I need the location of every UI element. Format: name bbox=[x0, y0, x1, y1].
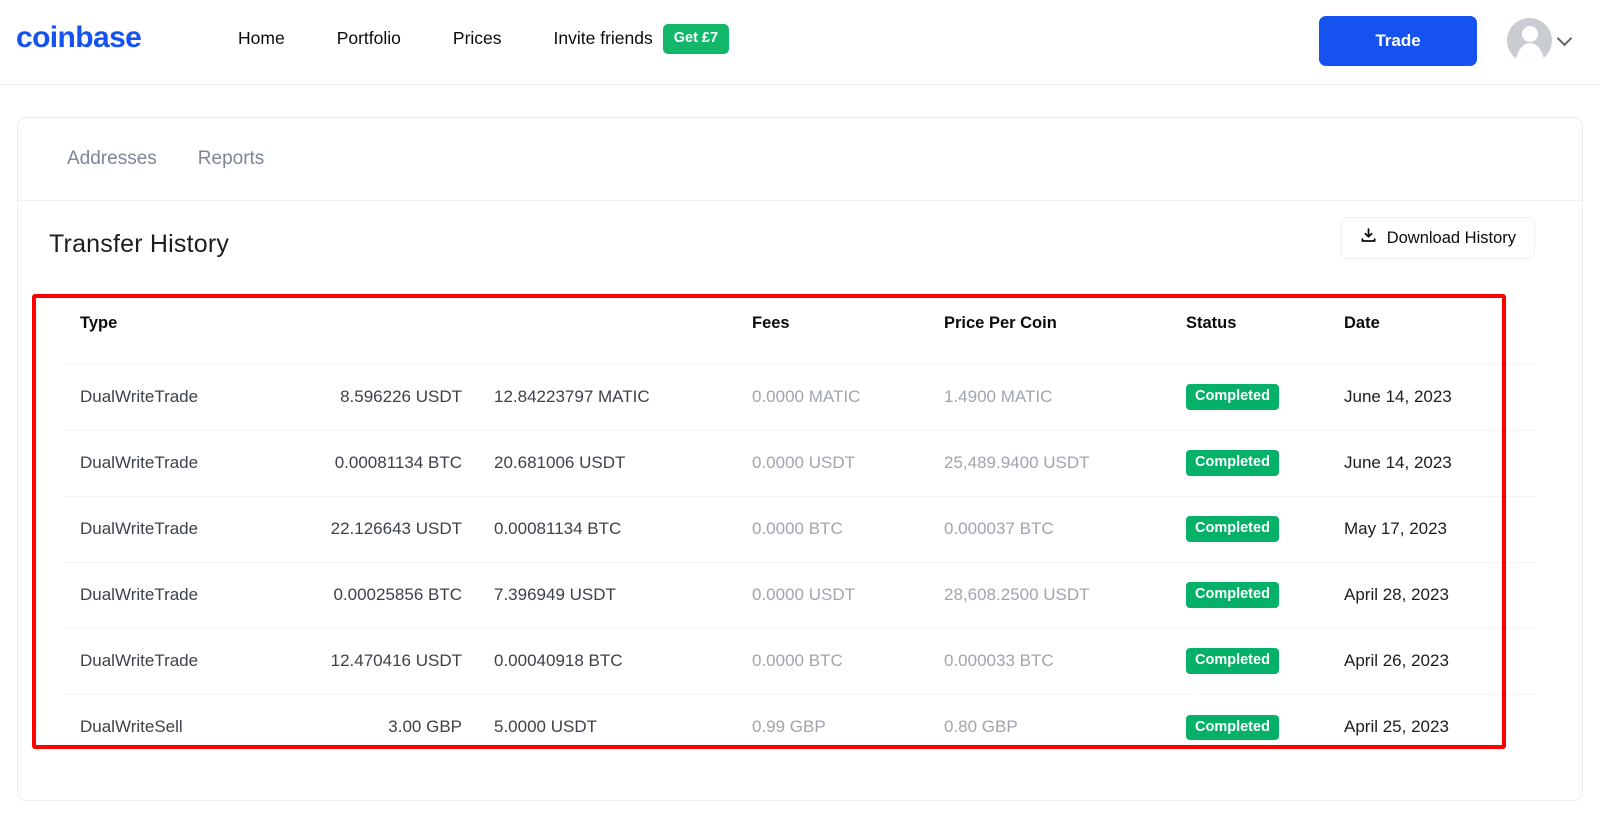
cell-price-per-coin: 0.000033 BTC bbox=[944, 627, 1186, 694]
cell-amount-sent: 8.596226 USDT bbox=[282, 363, 494, 430]
account-menu[interactable] bbox=[1507, 18, 1573, 63]
table-header-row: Type Fees Price Per Coin Status Date bbox=[64, 298, 1537, 364]
cell-date: April 28, 2023 bbox=[1344, 561, 1537, 628]
status-badge: Completed bbox=[1186, 714, 1279, 740]
cell-amount-received: 12.84223797 MATIC bbox=[494, 363, 752, 430]
cell-amount-sent: 22.126643 USDT bbox=[282, 495, 494, 562]
status-badge: Completed bbox=[1186, 648, 1279, 674]
status-badge: Completed bbox=[1186, 384, 1279, 410]
column-header-price-per-coin[interactable]: Price Per Coin bbox=[944, 298, 1186, 364]
cell-fees: 0.99 GBP bbox=[752, 693, 944, 760]
cell-fees: 0.0000 BTC bbox=[752, 495, 944, 562]
invite-reward-badge[interactable]: Get £7 bbox=[662, 24, 730, 54]
cell-type: DualWriteSell bbox=[64, 693, 282, 760]
cell-amount-received: 20.681006 USDT bbox=[494, 429, 752, 496]
table-body: DualWriteTrade 8.596226 USDT 12.84223797 M… bbox=[64, 363, 1537, 760]
tab-addresses[interactable]: Addresses bbox=[67, 148, 157, 170]
cell-amount-received: 0.00081134 BTC bbox=[494, 495, 752, 562]
cell-price-per-coin: 0.80 GBP bbox=[944, 693, 1186, 760]
status-badge: Completed bbox=[1186, 516, 1279, 542]
cell-price-per-coin: 0.000037 BTC bbox=[944, 495, 1186, 562]
nav-item-invite-friends[interactable]: Invite friends bbox=[554, 28, 653, 49]
cell-type: DualWriteTrade bbox=[64, 627, 282, 694]
column-header-fees[interactable]: Fees bbox=[752, 298, 944, 364]
cell-date: June 14, 2023 bbox=[1344, 363, 1537, 430]
column-header-status[interactable]: Status bbox=[1186, 298, 1344, 364]
main-navigation: Home Portfolio Prices Invite friends Get… bbox=[238, 24, 730, 54]
cell-amount-sent: 0.00025856 BTC bbox=[282, 561, 494, 628]
site-header: coinbase Home Portfolio Prices Invite fr… bbox=[0, 0, 1600, 85]
cell-date: May 17, 2023 bbox=[1344, 495, 1537, 562]
cell-amount-received: 0.00040918 BTC bbox=[494, 627, 752, 694]
table-row[interactable]: DualWriteTrade 0.00025856 BTC 7.396949 USD… bbox=[64, 561, 1537, 628]
cell-fees: 0.0000 MATIC bbox=[752, 363, 944, 430]
chevron-down-icon bbox=[1556, 30, 1573, 46]
cell-status: Completed bbox=[1186, 363, 1344, 430]
status-badge: Completed bbox=[1186, 450, 1279, 476]
cell-status: Completed bbox=[1186, 627, 1344, 694]
transfer-history-table: Type Fees Price Per Coin Status Date Dua… bbox=[64, 298, 1537, 760]
table-row[interactable]: DualWriteSell 3.00 GBP 5.0000 USDT 0.99 GBP… bbox=[64, 693, 1537, 760]
cell-date: April 26, 2023 bbox=[1344, 627, 1537, 694]
column-header-type[interactable]: Type bbox=[64, 298, 282, 364]
download-history-label: Download History bbox=[1386, 228, 1516, 247]
cell-price-per-coin: 1.4900 MATIC bbox=[944, 363, 1186, 430]
transfer-history-table-wrapper: Type Fees Price Per Coin Status Date Dua… bbox=[48, 298, 1551, 760]
user-avatar-icon bbox=[1507, 18, 1552, 63]
table-row[interactable]: DualWriteTrade 0.00081134 BTC 20.681006 US… bbox=[64, 429, 1537, 496]
cell-amount-sent: 0.00081134 BTC bbox=[282, 429, 494, 496]
section-header: Transfer History Download History bbox=[18, 201, 1582, 297]
download-icon bbox=[1360, 227, 1377, 249]
cell-type: DualWriteTrade bbox=[64, 429, 282, 496]
nav-item-home[interactable]: Home bbox=[238, 28, 311, 49]
cell-fees: 0.0000 USDT bbox=[752, 429, 944, 496]
cell-date: June 14, 2023 bbox=[1344, 429, 1537, 496]
cell-price-per-coin: 25,489.9400 USDT bbox=[944, 429, 1186, 496]
table-row[interactable]: DualWriteTrade 8.596226 USDT 12.84223797 M… bbox=[64, 363, 1537, 430]
download-history-button[interactable]: Download History bbox=[1340, 217, 1535, 259]
nav-item-portfolio[interactable]: Portfolio bbox=[337, 28, 427, 49]
table-row[interactable]: DualWriteTrade 22.126643 USDT 0.00081134 B… bbox=[64, 495, 1537, 562]
cell-status: Completed bbox=[1186, 561, 1344, 628]
column-header-amount-sent bbox=[282, 298, 494, 364]
transfer-history-card: Addresses Reports Transfer History Downl… bbox=[17, 117, 1583, 801]
card-tabs: Addresses Reports bbox=[18, 118, 1582, 201]
cell-date: April 25, 2023 bbox=[1344, 693, 1537, 760]
cell-status: Completed bbox=[1186, 495, 1344, 562]
cell-amount-received: 5.0000 USDT bbox=[494, 693, 752, 760]
nav-item-prices[interactable]: Prices bbox=[453, 28, 528, 49]
cell-amount-sent: 12.470416 USDT bbox=[282, 627, 494, 694]
column-header-date[interactable]: Date bbox=[1344, 298, 1537, 364]
cell-type: DualWriteTrade bbox=[64, 495, 282, 562]
table-row[interactable]: DualWriteTrade 12.470416 USDT 0.00040918 B… bbox=[64, 627, 1537, 694]
cell-fees: 0.0000 USDT bbox=[752, 561, 944, 628]
cell-type: DualWriteTrade bbox=[64, 561, 282, 628]
cell-status: Completed bbox=[1186, 693, 1344, 760]
page-title: Transfer History bbox=[49, 230, 230, 258]
cell-fees: 0.0000 BTC bbox=[752, 627, 944, 694]
coinbase-logo[interactable]: coinbase bbox=[16, 21, 142, 55]
cell-status: Completed bbox=[1186, 429, 1344, 496]
cell-amount-sent: 3.00 GBP bbox=[282, 693, 494, 760]
cell-type: DualWriteTrade bbox=[64, 363, 282, 430]
trade-button[interactable]: Trade bbox=[1319, 16, 1477, 66]
column-header-amount-received bbox=[494, 298, 752, 364]
status-badge: Completed bbox=[1186, 582, 1279, 608]
table-header: Type Fees Price Per Coin Status Date bbox=[64, 298, 1537, 364]
tab-reports[interactable]: Reports bbox=[198, 148, 265, 170]
cell-price-per-coin: 28,608.2500 USDT bbox=[944, 561, 1186, 628]
cell-amount-received: 7.396949 USDT bbox=[494, 561, 752, 628]
